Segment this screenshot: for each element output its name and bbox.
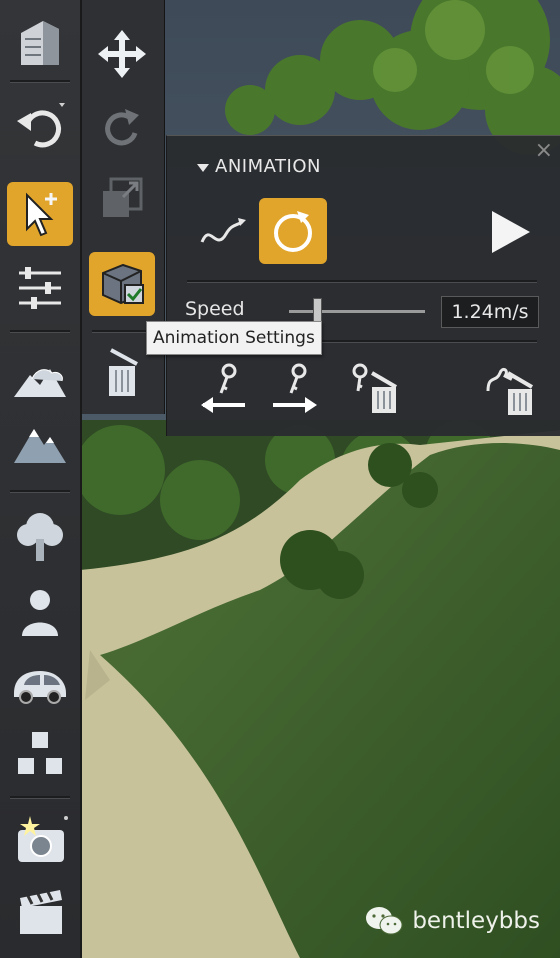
animation-settings-icon xyxy=(102,263,144,305)
building-icon[interactable] xyxy=(6,10,74,74)
key-forward-icon[interactable] xyxy=(267,360,321,418)
rotate-icon[interactable] xyxy=(89,98,155,162)
key-back-icon[interactable] xyxy=(197,360,251,418)
panel-title: ANIMATION xyxy=(215,156,321,177)
tooltip: Animation Settings xyxy=(146,321,322,355)
panel-divider xyxy=(187,280,537,282)
speed-slider[interactable] xyxy=(289,310,425,313)
tree-icon[interactable] xyxy=(6,504,74,568)
toolbar-separator xyxy=(10,80,70,82)
speed-slider-thumb[interactable] xyxy=(313,298,322,322)
terrain-icon[interactable] xyxy=(6,346,74,410)
car-icon[interactable] xyxy=(6,652,74,716)
speed-label: Speed xyxy=(185,298,245,320)
delete-path-icon[interactable] xyxy=(481,360,541,420)
watermark-text: bentleybbs xyxy=(412,908,540,934)
path-curve-icon[interactable] xyxy=(197,206,249,258)
mountain-icon[interactable] xyxy=(6,412,74,476)
toolbar-separator xyxy=(10,490,70,492)
scale-icon[interactable] xyxy=(89,166,155,230)
select-icon xyxy=(26,192,57,237)
undo-icon[interactable] xyxy=(6,94,74,158)
move-icon[interactable] xyxy=(89,22,155,86)
loop-path-icon xyxy=(274,211,312,252)
speed-input[interactable]: 1.24m/s xyxy=(441,296,539,328)
main-toolbar xyxy=(0,0,82,958)
close-icon[interactable]: × xyxy=(535,138,553,163)
select-tool-button[interactable] xyxy=(7,182,73,246)
watermark: bentleybbs xyxy=(364,905,540,937)
play-icon[interactable] xyxy=(483,204,537,260)
toolbar-separator xyxy=(92,330,152,332)
clapperboard-icon[interactable] xyxy=(6,880,74,944)
delete-key-icon[interactable] xyxy=(347,360,405,418)
animation-settings-button[interactable] xyxy=(89,252,155,316)
person-icon[interactable] xyxy=(6,580,74,644)
camera-icon[interactable] xyxy=(6,808,74,872)
wechat-icon xyxy=(366,907,403,935)
toolbar-separator xyxy=(10,796,70,798)
objects-icon[interactable] xyxy=(6,722,74,786)
toolbar-separator xyxy=(10,330,70,332)
adjust-sliders-icon[interactable] xyxy=(6,256,74,320)
collapse-triangle-icon[interactable] xyxy=(197,164,209,172)
loop-path-button[interactable] xyxy=(259,198,327,264)
animation-panel: ANIMATION × Speed 1.24m/s xyxy=(166,135,560,436)
